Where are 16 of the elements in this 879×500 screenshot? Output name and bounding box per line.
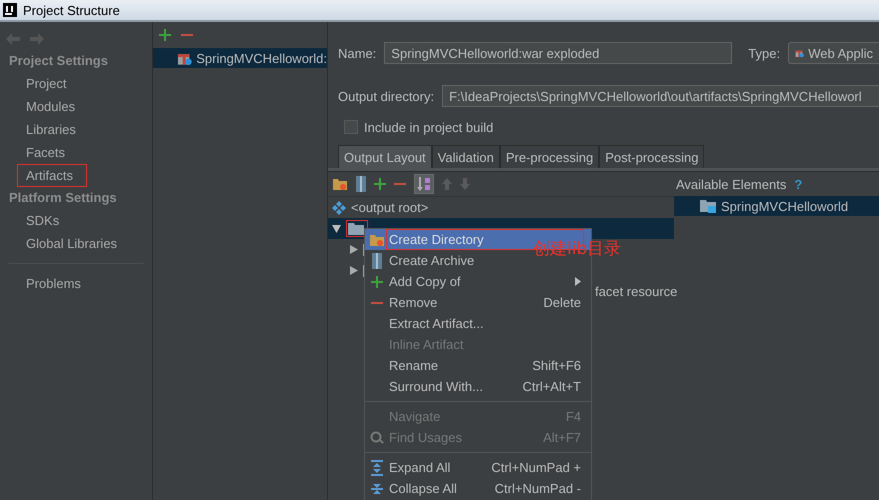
tree-label: <output root> [351,200,428,215]
shortcut-label: Delete [543,295,581,310]
checkbox-label: Include in project build [364,120,494,134]
panel-title: Available Elements [676,176,786,192]
field-label: Type: [748,46,780,60]
shortcut-label: Ctrl+NumPad - [494,481,581,496]
field-label: Output directory: [338,88,434,104]
shortcut-label: F4 [566,409,581,424]
window-title: Project Structure [23,2,120,18]
shortcut-label: Alt+F7 [543,430,581,445]
shortcut-label: Ctrl+Alt+T [522,379,581,394]
section-heading: Platform Settings [8,189,118,207]
shortcut-label: Shift+F6 [532,358,581,373]
section-heading: Project Settings [8,52,109,70]
field-label: Name: [338,46,376,60]
shortcut-label: Ctrl+NumPad + [491,460,581,475]
